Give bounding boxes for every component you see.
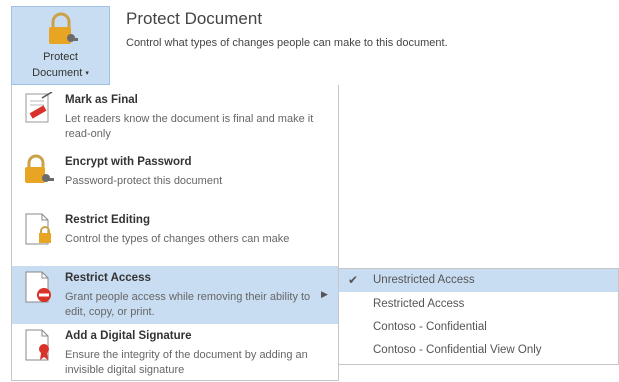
menu-item-restrict-editing[interactable]: Restrict Editing Control the types of ch… xyxy=(12,208,338,266)
protect-label-line2: Document ▾ xyxy=(32,67,89,79)
document-lock-icon xyxy=(25,213,51,245)
submenu-item-unrestricted-access[interactable]: ✔ Unrestricted Access xyxy=(339,269,618,292)
menu-item-encrypt-with-password[interactable]: Encrypt with Password Password-protect t… xyxy=(12,150,338,208)
restrict-access-submenu: ✔ Unrestricted Access Restricted Access … xyxy=(339,268,619,365)
protect-label-line1: Protect xyxy=(43,51,78,63)
dropdown-caret-icon: ▾ xyxy=(85,70,89,78)
document-ribbon-icon xyxy=(25,329,49,361)
page-title: Protect Document xyxy=(126,9,263,28)
protect-document-button[interactable]: Protect Document ▾ xyxy=(11,6,110,85)
submenu-item-label: Unrestricted Access xyxy=(373,274,475,286)
submenu-item-label: Contoso - Confidential xyxy=(373,321,487,333)
menu-item-description: Ensure the integrity of the document by … xyxy=(65,349,308,376)
menu-item-title: Restrict Editing xyxy=(65,214,150,226)
page-description: Control what types of changes people can… xyxy=(126,37,448,49)
submenu-item-contoso-confidential-view-only[interactable]: Contoso - Confidential View Only xyxy=(339,339,618,362)
document-block-icon xyxy=(25,271,51,303)
mark-final-icon xyxy=(25,92,53,123)
submenu-arrow-icon: ▶ xyxy=(321,289,328,299)
checkmark-icon: ✔ xyxy=(348,273,359,287)
menu-item-title: Restrict Access xyxy=(65,272,151,284)
submenu-item-label: Restricted Access xyxy=(373,298,465,310)
menu-item-description: Grant people access while removing their… xyxy=(65,291,311,318)
menu-item-title: Add a Digital Signature xyxy=(65,330,192,342)
submenu-item-restricted-access[interactable]: Restricted Access xyxy=(339,293,618,316)
menu-item-mark-as-final[interactable]: Mark as Final Let readers know the docum… xyxy=(12,88,338,146)
menu-item-add-digital-signature[interactable]: Add a Digital Signature Ensure the integ… xyxy=(12,324,338,382)
submenu-item-label: Contoso - Confidential View Only xyxy=(373,344,542,356)
protect-menu: Mark as Final Let readers know the docum… xyxy=(11,85,339,381)
submenu-item-contoso-confidential[interactable]: Contoso - Confidential xyxy=(339,316,618,339)
menu-item-title: Encrypt with Password xyxy=(65,156,192,168)
lock-key-icon xyxy=(49,12,78,44)
menu-item-description: Password-protect this document xyxy=(65,175,223,187)
menu-item-description: Let readers know the document is final a… xyxy=(65,113,314,140)
menu-item-restrict-access[interactable]: Restrict Access Grant people access whil… xyxy=(12,266,338,324)
lock-key-icon xyxy=(25,154,54,183)
menu-item-title: Mark as Final xyxy=(65,94,138,106)
menu-item-description: Control the types of changes others can … xyxy=(65,233,290,245)
